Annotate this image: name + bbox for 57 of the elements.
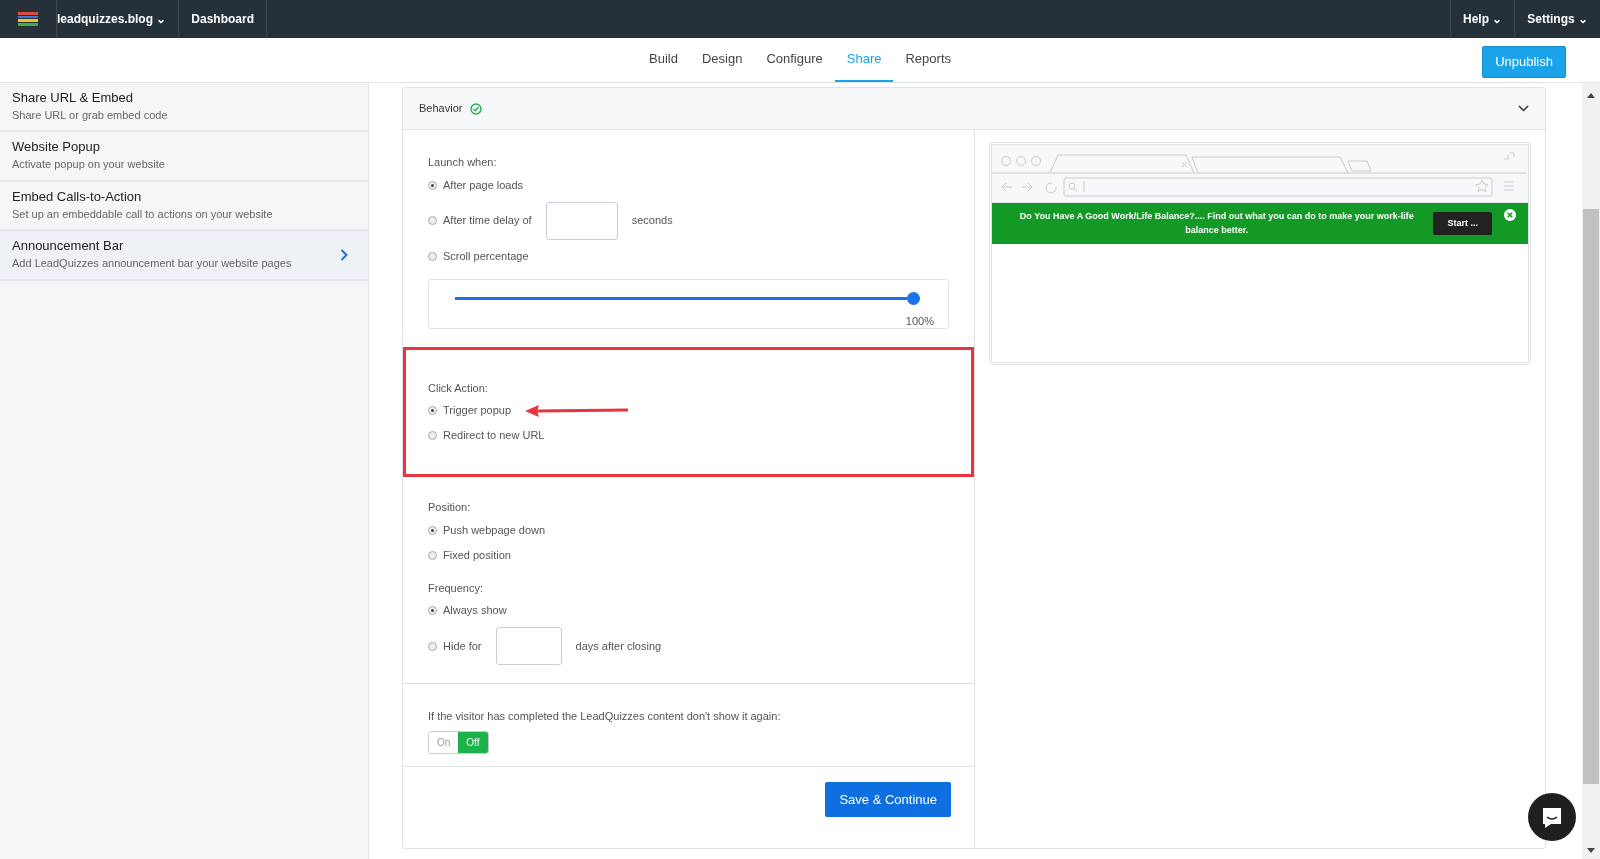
sidebar-item[interactable]: Announcement Bar Add LeadQuizzes announcement bar your website pages (0, 231, 368, 281)
option-label[interactable]: Trigger popup (443, 402, 512, 419)
scrollbar-thumb[interactable] (1583, 209, 1599, 784)
group-label: Click Action: (428, 380, 489, 396)
close-icon[interactable] (1504, 209, 1516, 221)
item-subtitle: Set up an embeddable call to actions on your website (12, 206, 274, 222)
slider-thumb[interactable] (907, 291, 920, 305)
group-label: Frequency: (428, 580, 485, 596)
unit-label: days after closing (575, 638, 662, 654)
option-label[interactable]: Push webpage down (443, 521, 546, 539)
sidebar-item[interactable]: Website Popup Activate popup on your website (0, 132, 368, 182)
item-subtitle: Add LeadQuizzes announcement bar your website pages (12, 256, 293, 272)
option-label[interactable]: Redirect to new URL (443, 427, 545, 444)
tab[interactable]: Design (689, 38, 755, 82)
number-field[interactable] (495, 627, 562, 665)
radio-button[interactable] (428, 550, 437, 560)
scrollbar[interactable] (1582, 83, 1600, 859)
option-label[interactable]: Hide for (443, 637, 482, 655)
option-label[interactable]: After page loads (443, 176, 524, 194)
number-field[interactable] (545, 201, 618, 240)
item-subtitle: Activate popup on your website (12, 157, 166, 173)
scroll-up-icon[interactable] (1586, 91, 1596, 99)
tab[interactable]: Reports (893, 38, 963, 82)
item-title: Embed Calls-to-Action (12, 188, 143, 206)
start-button[interactable]: Start ... (1433, 211, 1492, 236)
setting-label: If the visitor has completed the LeadQuizzes content don't show it again: (428, 709, 782, 724)
radio-button[interactable] (428, 525, 437, 535)
group-label: Position: (428, 500, 472, 515)
unit-label: seconds (631, 213, 673, 229)
tab[interactable]: Build (637, 38, 690, 82)
item-subtitle: Share URL or grab embed code (12, 107, 169, 123)
option-label[interactable]: Always show (443, 602, 507, 619)
radio-button[interactable] (428, 641, 437, 651)
item-title: Website Popup (12, 139, 101, 157)
option-label[interactable]: After time delay of (443, 212, 532, 229)
item-title: Announcement Bar (12, 238, 125, 256)
announcement-text: Do You Have A Good Work/Life Balance?.... Find out what you can do to make your work-life balance better. (1018, 210, 1415, 238)
panel-title: Behavior (419, 101, 463, 117)
slider-value: 100% (904, 313, 934, 329)
option-label[interactable]: Fixed position (443, 546, 511, 564)
group-label: Launch when: (428, 155, 498, 170)
scroll-down-icon[interactable] (1586, 847, 1596, 855)
radio-button[interactable] (428, 251, 437, 261)
radio-button[interactable] (428, 406, 437, 415)
radio-button[interactable] (428, 431, 437, 440)
radio-button[interactable] (428, 216, 437, 225)
save-continue-button[interactable]: Save & Continue (825, 781, 951, 817)
sidebar-item[interactable]: Share URL & Embed Share URL or grab embed code (0, 83, 368, 133)
chevron-down-icon[interactable] (1518, 105, 1529, 112)
option-label[interactable]: Scroll percentage (443, 247, 529, 265)
tab[interactable]: Configure (754, 38, 835, 82)
logo-icon[interactable] (18, 12, 38, 26)
item-title: Share URL & Embed (12, 90, 134, 107)
radio-button[interactable] (428, 180, 437, 190)
radio-button[interactable] (428, 606, 437, 615)
chat-icon (1540, 805, 1564, 829)
chevron-right-icon (340, 248, 348, 261)
